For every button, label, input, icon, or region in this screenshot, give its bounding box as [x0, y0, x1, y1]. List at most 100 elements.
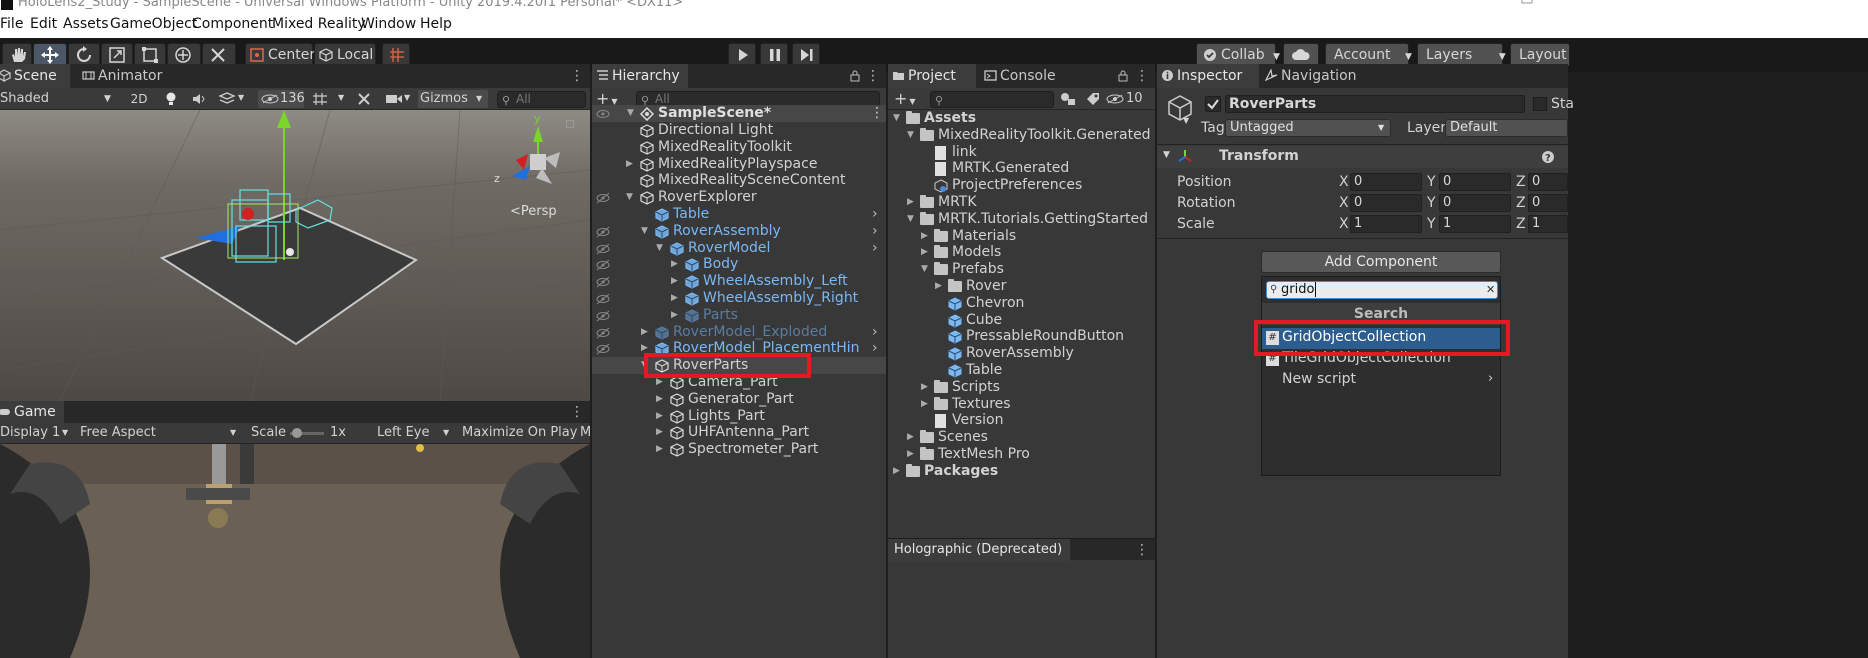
project-item[interactable]: ▶ Scripts	[888, 379, 1155, 396]
tab-inspector[interactable]: Inspector	[1157, 64, 1259, 88]
project-item[interactable]: ▼ MRTK.Tutorials.GettingStarted	[888, 211, 1155, 228]
chevron-right-icon[interactable]: ›	[872, 240, 878, 257]
hierarchy-item[interactable]: MixedRealityToolkit	[592, 139, 886, 156]
chevron-down-icon[interactable]: ▼	[641, 223, 651, 240]
field-z[interactable]: 1	[1528, 215, 1568, 233]
axis-y-label[interactable]: Y	[1427, 216, 1436, 232]
menu-mixed-reality[interactable]: Mixed Reality	[272, 16, 366, 32]
hierarchy-menu-icon[interactable]: ⋮	[866, 68, 880, 84]
field-x[interactable]: 0	[1350, 194, 1422, 212]
axis-y-label[interactable]: Y	[1427, 195, 1436, 211]
lock-icon[interactable]	[1118, 70, 1128, 82]
aspect-dropdown[interactable]: Free Aspect ▼	[80, 424, 242, 442]
menu-file[interactable]: File	[0, 16, 23, 32]
audio-icon[interactable]	[192, 93, 206, 105]
field-z[interactable]: 0	[1528, 194, 1568, 212]
holographic-menu-icon[interactable]: ⋮	[1135, 542, 1149, 558]
hierarchy-item[interactable]: ▶ MixedRealityPlayspace	[592, 156, 886, 173]
project-item[interactable]: ▶ Scenes	[888, 429, 1155, 446]
project-item[interactable]: RoverAssembly	[888, 345, 1155, 362]
project-item[interactable]: ▶ Materials	[888, 228, 1155, 245]
hidden-eye-icon[interactable]	[596, 192, 610, 204]
project-item[interactable]: ProjectPreferences	[888, 177, 1155, 194]
chevron-down-icon[interactable]: ▼	[238, 93, 244, 102]
hierarchy-item[interactable]: ▼ RoverAssembly ›	[592, 223, 886, 240]
project-item[interactable]: ▼ MixedRealityToolkit.Generated	[888, 127, 1155, 144]
chevron-right-icon[interactable]: ▶	[907, 429, 917, 446]
hierarchy-item[interactable]: ▼ RoverExplorer	[592, 189, 886, 206]
hidden-packages-toggle[interactable]: 10	[1106, 90, 1154, 108]
project-item[interactable]: Cube	[888, 312, 1155, 329]
chevron-right-icon[interactable]: ▶	[671, 256, 681, 273]
transform-header[interactable]: ▼ Transform ?	[1157, 146, 1568, 168]
chevron-down-icon[interactable]: ▼	[404, 93, 410, 102]
chevron-right-icon[interactable]: ▶	[671, 273, 681, 290]
new-script-item[interactable]: New script ›	[1262, 370, 1500, 391]
axis-x-label[interactable]: X	[1339, 174, 1349, 190]
hidden-eye-icon[interactable]	[596, 243, 610, 255]
hierarchy-item[interactable]: MixedRealitySceneContent	[592, 172, 886, 189]
chevron-right-icon[interactable]: ›	[872, 340, 878, 357]
hierarchy-item[interactable]: ▶ RoverModel_Exploded ›	[592, 324, 886, 341]
menu-gameobject[interactable]: GameObject	[110, 16, 197, 32]
chevron-right-icon[interactable]: ▶	[641, 324, 651, 341]
component-search-input[interactable]: ⚲ grido ✕	[1266, 281, 1498, 299]
effects-icon[interactable]	[218, 92, 236, 106]
project-menu-icon[interactable]: ⋮	[1135, 68, 1149, 84]
add-component-button[interactable]: Add Component	[1261, 251, 1501, 273]
game-menu-icon[interactable]: ⋮	[570, 404, 584, 420]
field-x[interactable]: 0	[1350, 173, 1422, 191]
field-x[interactable]: 1	[1350, 215, 1422, 233]
hierarchy-item[interactable]: ▶ Lights_Part	[592, 408, 886, 425]
chevron-down-icon[interactable]: ▼	[338, 93, 344, 102]
hidden-eye-icon[interactable]	[596, 310, 610, 322]
tab-project[interactable]: Project	[888, 64, 976, 88]
hierarchy-item[interactable]: ▶ WheelAssembly_Right	[592, 290, 886, 307]
restore-icon[interactable]	[1520, 0, 1534, 6]
tab-navigation[interactable]: Navigation	[1261, 64, 1365, 88]
2d-toggle[interactable]: 2D	[126, 90, 152, 108]
perspective-label[interactable]: <Persp	[510, 204, 557, 219]
chevron-down-icon[interactable]: ▼	[907, 211, 917, 228]
hierarchy-item[interactable]: ▶ Parts	[592, 307, 886, 324]
project-item[interactable]: ▼ Assets	[888, 110, 1155, 127]
menu-window[interactable]: Window	[361, 16, 416, 32]
layer-dropdown[interactable]: Default	[1445, 119, 1568, 137]
tab-animator[interactable]: Animator	[78, 64, 170, 88]
hidden-eye-icon[interactable]	[596, 226, 610, 238]
chevron-down-icon[interactable]: ▼	[1183, 116, 1189, 125]
hierarchy-item[interactable]: Table ›	[592, 206, 886, 223]
project-item[interactable]: ▶ MRTK	[888, 194, 1155, 211]
scene-menu-icon[interactable]: ⋮	[570, 68, 584, 84]
chevron-right-icon[interactable]: ▶	[921, 396, 931, 413]
tab-scene[interactable]: Scene	[0, 64, 70, 88]
scene-options-icon[interactable]: ⋮	[870, 105, 884, 122]
project-item[interactable]: link	[888, 144, 1155, 161]
tab-console[interactable]: Console	[980, 64, 1064, 88]
tag-dropdown[interactable]: Untagged ▼	[1225, 119, 1391, 137]
clear-search-icon[interactable]: ✕	[1486, 282, 1495, 298]
display-dropdown[interactable]: Display 1 ▼	[0, 424, 74, 442]
maximize-on-play-toggle[interactable]: Maximize On Play	[462, 424, 577, 442]
chevron-down-icon[interactable]: ▼	[907, 127, 917, 144]
project-item[interactable]: ▶ Rover	[888, 278, 1155, 295]
hierarchy-item[interactable]: ▶ Generator_Part	[592, 391, 886, 408]
object-name-field[interactable]: RoverParts	[1225, 95, 1525, 113]
project-search-input[interactable]: ⚲	[930, 91, 1054, 108]
chevron-right-icon[interactable]: ▶	[893, 463, 903, 480]
project-item[interactable]: Version	[888, 412, 1155, 429]
project-item[interactable]: MRTK.Generated	[888, 160, 1155, 177]
hidden-eye-icon[interactable]	[596, 343, 610, 355]
lock-icon[interactable]	[850, 70, 860, 82]
active-checkbox[interactable]	[1205, 96, 1221, 112]
field-y[interactable]: 0	[1439, 194, 1511, 212]
shading-dropdown[interactable]: Shaded ▼	[0, 90, 118, 108]
hierarchy-item[interactable]: ▶ Spectrometer_Part	[592, 441, 886, 458]
axis-z-label[interactable]: Z	[1516, 195, 1526, 211]
axis-y-label[interactable]: Y	[1427, 174, 1436, 190]
axis-z-label[interactable]: Z	[1516, 216, 1526, 232]
chevron-right-icon[interactable]: ▶	[656, 424, 666, 441]
static-checkbox[interactable]	[1533, 97, 1547, 111]
chevron-right-icon[interactable]: ›	[872, 324, 878, 341]
field-y[interactable]: 1	[1439, 215, 1511, 233]
